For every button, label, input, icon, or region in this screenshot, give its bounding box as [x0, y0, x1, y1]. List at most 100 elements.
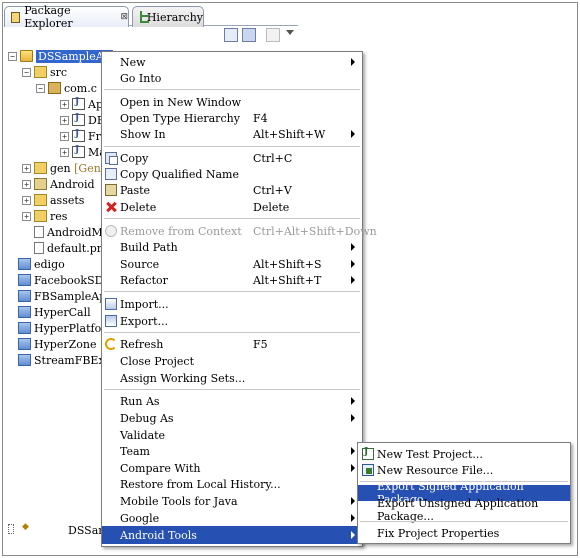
- menu-item-copy-qualified-name[interactable]: Copy Qualified Name: [102, 166, 362, 182]
- tree-item-project[interactable]: HyperCall: [18, 304, 91, 320]
- submenu-item-new-test-project[interactable]: New Test Project...: [358, 446, 570, 462]
- submenu-item-fix-project-properties[interactable]: Fix Project Properties: [358, 525, 570, 541]
- library-icon: [34, 178, 47, 190]
- menu-item-refactor[interactable]: Refactor Alt+Shift+T: [102, 272, 362, 288]
- menu-item-restore-from-local-history[interactable]: Restore from Local History...: [102, 476, 362, 492]
- menu-item-label: New Test Project...: [377, 447, 483, 461]
- menu-item-shortcut: F4: [253, 111, 268, 125]
- menu-item-label: Mobile Tools for Java: [120, 494, 238, 508]
- submenu-arrow-icon: [351, 497, 355, 505]
- menu-item-android-tools[interactable]: Android Tools: [102, 526, 362, 544]
- submenu-item-export-unsigned-package[interactable]: Export Unsigned Application Package...: [358, 497, 570, 523]
- menu-item-label: New Resource File...: [377, 463, 494, 477]
- tree-item-manifest[interactable]: AndroidM: [34, 224, 103, 240]
- submenu-arrow-icon: [351, 531, 355, 539]
- menu-item-team[interactable]: Team: [102, 443, 362, 459]
- menu-item-label: Paste: [120, 183, 151, 197]
- remove-from-context-icon: [105, 225, 117, 237]
- expand-icon[interactable]: +: [22, 163, 31, 173]
- menu-item-shortcut: Alt+Shift+W: [253, 127, 326, 141]
- menu-item-close-project[interactable]: Close Project: [102, 353, 362, 369]
- menu-item-go-into[interactable]: Go Into: [102, 70, 362, 86]
- source-folder-icon: [34, 66, 47, 78]
- collapse-all-button[interactable]: [224, 28, 238, 42]
- folder-icon: [34, 210, 47, 222]
- tree-item-label: FacebookSD: [34, 273, 104, 287]
- tree-item-label: FBSampleAp: [34, 289, 107, 303]
- menu-item-show-in[interactable]: Show In Alt+Shift+W: [102, 126, 362, 142]
- tree-item-project[interactable]: edigo: [18, 256, 65, 272]
- tree-item-res[interactable]: + res: [22, 208, 67, 224]
- status-item-icon: ◆: [22, 522, 29, 532]
- tree-item-label: Android: [50, 177, 95, 191]
- menu-item-import[interactable]: Import...: [102, 296, 362, 312]
- tree-item-package[interactable]: − com.c: [36, 80, 97, 96]
- view-menu-chevron-down-icon[interactable]: [286, 30, 294, 35]
- menu-item-assign-working-sets[interactable]: Assign Working Sets...: [102, 370, 362, 386]
- menu-item-remove-from-context[interactable]: Remove from Context Ctrl+Alt+Shift+Down: [102, 223, 377, 239]
- menu-item-google[interactable]: Google: [102, 510, 362, 526]
- filter-button[interactable]: [266, 28, 280, 42]
- tree-item-project[interactable]: HyperZone: [18, 336, 96, 352]
- menu-separator: [104, 146, 360, 147]
- expand-icon[interactable]: +: [60, 115, 69, 125]
- menu-item-new[interactable]: New: [102, 54, 362, 70]
- expand-icon[interactable]: +: [22, 211, 31, 221]
- collapse-icon[interactable]: −: [22, 67, 31, 77]
- tree-item-project[interactable]: HyperPlatfor: [18, 320, 106, 336]
- context-menu: New Go Into Open in New Window Open Type…: [101, 51, 377, 547]
- tree-item-assets[interactable]: + assets: [22, 192, 84, 208]
- refresh-icon: [105, 338, 117, 350]
- properties-file-icon: [34, 242, 44, 254]
- submenu-arrow-icon: [351, 276, 355, 284]
- menu-item-validate[interactable]: Validate: [102, 427, 362, 443]
- menu-item-label: Import...: [120, 297, 169, 311]
- menu-item-shortcut: Alt+Shift+T: [253, 273, 322, 287]
- tree-item-src[interactable]: − src: [22, 64, 67, 80]
- menu-item-debug-as[interactable]: Debug As: [102, 410, 362, 426]
- close-tab-icon[interactable]: ⊠: [120, 12, 128, 22]
- expand-icon[interactable]: +: [60, 147, 69, 157]
- menu-item-export[interactable]: Export...: [102, 313, 362, 329]
- expand-icon[interactable]: +: [60, 99, 69, 109]
- menu-item-delete[interactable]: Delete Delete: [102, 199, 362, 215]
- menu-item-source[interactable]: Source Alt+Shift+S: [102, 256, 362, 272]
- closed-project-icon: [18, 290, 31, 302]
- collapse-icon[interactable]: −: [36, 83, 45, 93]
- tree-item-default-properties[interactable]: default.pr: [34, 240, 102, 256]
- tree-item-android-lib[interactable]: + Android: [22, 176, 95, 192]
- menu-item-paste[interactable]: Paste Ctrl+V: [102, 182, 362, 198]
- link-with-editor-button[interactable]: [242, 28, 256, 42]
- submenu-arrow-icon: [351, 243, 355, 251]
- submenu-arrow-icon: [351, 58, 355, 66]
- expand-icon[interactable]: +: [22, 179, 31, 189]
- expand-icon[interactable]: +: [22, 195, 31, 205]
- submenu-item-new-resource-file[interactable]: New Resource File...: [358, 462, 570, 478]
- menu-item-run-as[interactable]: Run As: [102, 393, 362, 409]
- menu-item-mobile-tools-for-java[interactable]: Mobile Tools for Java: [102, 493, 362, 509]
- menu-item-label: Validate: [120, 428, 166, 442]
- status-separator-icon: [8, 524, 14, 534]
- tree-item-project[interactable]: − DSSampleAp: [8, 48, 113, 64]
- tree-item-java-file[interactable]: + DE: [60, 112, 105, 128]
- tree-item-java-file[interactable]: + Fr: [60, 128, 101, 144]
- closed-project-icon: [18, 354, 31, 366]
- menu-item-open-in-new-window[interactable]: Open in New Window: [102, 94, 362, 110]
- menu-item-copy[interactable]: Copy Ctrl+C: [102, 150, 362, 166]
- collapse-icon[interactable]: −: [8, 51, 17, 61]
- menu-item-open-type-hierarchy[interactable]: Open Type Hierarchy F4: [102, 110, 362, 126]
- tree-item-project[interactable]: StreamFBEx: [18, 352, 105, 368]
- tree-item-project[interactable]: FacebookSD: [18, 272, 103, 288]
- tree-item-label: HyperCall: [34, 305, 91, 319]
- menu-item-build-path[interactable]: Build Path: [102, 239, 362, 255]
- menu-item-compare-with[interactable]: Compare With: [102, 460, 362, 476]
- tree-item-gen[interactable]: + gen [Gen: [22, 160, 101, 176]
- expand-icon[interactable]: +: [60, 131, 69, 141]
- tree-item-java-file[interactable]: + Ap: [60, 96, 103, 112]
- closed-project-icon: [18, 274, 31, 286]
- tab-hierarchy[interactable]: Hierarchy: [132, 6, 204, 27]
- menu-item-refresh[interactable]: Refresh F5: [102, 336, 362, 352]
- tree-item-java-file[interactable]: + Ma: [60, 144, 106, 160]
- tab-package-explorer[interactable]: Package Explorer ⊠: [4, 4, 129, 30]
- tree-item-project[interactable]: FBSampleAp: [18, 288, 106, 304]
